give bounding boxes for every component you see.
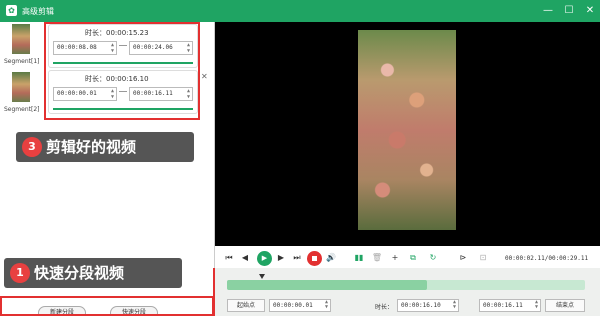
video-frame	[358, 30, 456, 230]
range-duration-label: 时长：	[375, 304, 394, 311]
app-logo-icon: ✿	[6, 5, 17, 16]
segment-thumbnail	[12, 24, 30, 54]
set-end-button[interactable]: 结束点	[545, 299, 585, 312]
callout-quick-split: 1 快速分段视频	[4, 258, 182, 288]
stepper-icon[interactable]: ▲ ▼	[453, 300, 456, 310]
video-preview[interactable]	[215, 22, 600, 246]
title-bar: ✿ 高级剪辑 — ☐ ✕	[0, 0, 600, 22]
callout-number-badge: 3	[22, 137, 42, 157]
segment-label: Segment[2]	[4, 106, 40, 113]
window-title: 高级剪辑	[22, 7, 54, 16]
stop-button[interactable]	[307, 251, 322, 266]
player-controls: ⏮ ◀ ▶ ▶ ⏭ 🔊 ▮▮ 🗑 + ⧉ ↻ ⊳ ⊡ 00:00:02.11/0…	[215, 246, 600, 268]
remove-segment-icon[interactable]: ✕	[201, 72, 208, 81]
volume-icon[interactable]: 🔊	[325, 252, 337, 264]
play-button[interactable]: ▶	[257, 251, 272, 266]
skip-to-end-icon[interactable]: ⏭	[291, 252, 303, 264]
reset-icon[interactable]: ↻	[427, 252, 439, 264]
timeline-panel: 起始点 00:00:00.01 ▲ ▼ 时长： 00:00:16.10 ▲ ▼ 00…	[215, 268, 600, 316]
range-duration-input[interactable]: 00:00:16.10 ▲ ▼	[397, 299, 459, 312]
playback-timecode: 00:00:02.11/00:00:29.11	[505, 255, 589, 262]
range-end-input[interactable]: 00:00:16.11 ▲ ▼	[479, 299, 541, 312]
step-forward-icon[interactable]: ▶	[275, 252, 287, 264]
range-start-input[interactable]: 00:00:00.01 ▲ ▼	[269, 299, 331, 312]
timeline-selection[interactable]	[227, 280, 427, 290]
set-start-button[interactable]: 起始点	[227, 299, 265, 312]
callout-edited-videos: 3 剪辑好的视频	[16, 132, 194, 162]
mark-out-icon[interactable]: ⊡	[477, 252, 489, 264]
skip-to-start-icon[interactable]: ⏮	[223, 252, 235, 264]
stepper-icon[interactable]: ▲ ▼	[535, 300, 538, 310]
minimize-button[interactable]: —	[540, 3, 556, 18]
split-buttons-highlight	[0, 296, 214, 316]
stepper-icon[interactable]: ▲ ▼	[325, 300, 328, 310]
playhead-marker[interactable]	[259, 274, 265, 279]
step-back-icon[interactable]: ◀	[239, 252, 251, 264]
callout-number-badge: 1	[10, 263, 30, 283]
segment-list-highlight	[44, 22, 200, 120]
mark-in-icon[interactable]: ⊳	[457, 252, 469, 264]
segment-thumbnail	[12, 72, 30, 102]
delete-icon[interactable]: 🗑	[371, 252, 383, 264]
maximize-button[interactable]: ☐	[561, 3, 577, 18]
timeline-track[interactable]	[227, 280, 585, 290]
video-watermark-bar	[363, 235, 455, 243]
split-icon[interactable]: ▮▮	[353, 252, 365, 264]
segment-label: Segment[1]	[4, 58, 40, 65]
range-controls: 起始点 00:00:00.01 ▲ ▼ 时长： 00:00:16.10 ▲ ▼ 00…	[227, 299, 585, 313]
close-button[interactable]: ✕	[582, 3, 598, 18]
copy-icon[interactable]: ⧉	[407, 252, 419, 264]
add-icon[interactable]: +	[389, 252, 401, 264]
